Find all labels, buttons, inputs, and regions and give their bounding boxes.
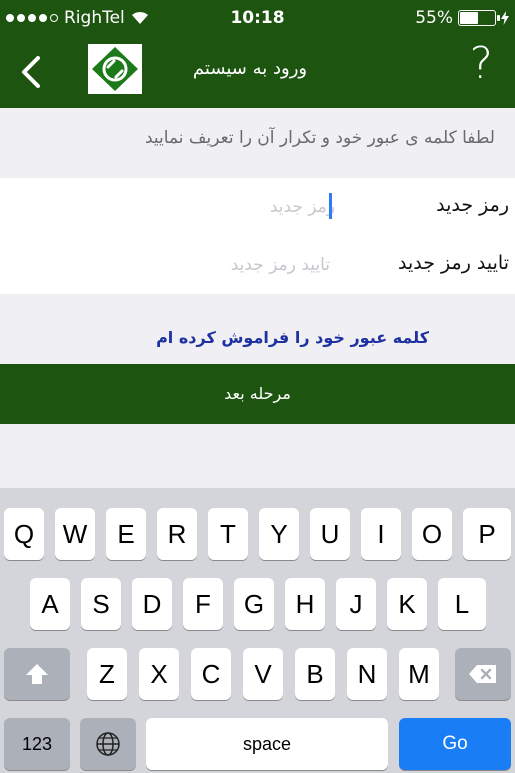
key-l[interactable]: L [438, 578, 486, 630]
key-j[interactable]: J [336, 578, 376, 630]
blank-area [0, 424, 515, 488]
key-a[interactable]: A [30, 578, 70, 630]
key-p[interactable]: P [463, 508, 511, 560]
key-d[interactable]: D [132, 578, 172, 630]
shift-arrow-icon [26, 664, 48, 684]
go-key[interactable]: Go [399, 718, 511, 770]
new-password-label: رمز جدید [436, 194, 509, 216]
text-cursor [329, 193, 332, 219]
key-r[interactable]: R [157, 508, 197, 560]
key-i[interactable]: I [361, 508, 401, 560]
key-s[interactable]: S [81, 578, 121, 630]
page-title: ورود به سیستم [192, 58, 308, 79]
key-x[interactable]: X [139, 648, 179, 700]
help-icon[interactable]: ? [470, 38, 493, 89]
nav-bar: ورود به سیستم ? [0, 36, 515, 108]
key-o[interactable]: O [412, 508, 452, 560]
next-step-button[interactable]: مرحله بعد [0, 364, 515, 424]
numbers-key[interactable]: 123 [4, 718, 70, 770]
battery-icon [458, 10, 500, 26]
key-v[interactable]: V [243, 648, 283, 700]
instruction-text: لطفا کلمه ی عبور خود و تکرار آن را تعریف… [0, 108, 515, 178]
battery-info: 55% [415, 8, 509, 28]
charging-icon [501, 11, 509, 25]
backspace-icon [469, 665, 496, 683]
key-w[interactable]: W [55, 508, 95, 560]
key-q[interactable]: Q [4, 508, 44, 560]
globe-icon [96, 732, 120, 756]
app-logo [88, 44, 142, 94]
forgot-section: کلمه عبور خود را فراموش کرده ام [0, 294, 515, 364]
confirm-password-input[interactable] [130, 250, 330, 280]
confirm-password-row: تایید رمز جدید [0, 236, 515, 294]
shift-key[interactable] [4, 648, 70, 700]
key-e[interactable]: E [106, 508, 146, 560]
key-c[interactable]: C [191, 648, 231, 700]
key-f[interactable]: F [183, 578, 223, 630]
globe-key[interactable] [80, 718, 136, 770]
key-h[interactable]: H [285, 578, 325, 630]
status-bar: RighTel 10:18 55% [0, 0, 515, 36]
confirm-password-label: تایید رمز جدید [398, 252, 509, 274]
key-y[interactable]: Y [259, 508, 299, 560]
key-b[interactable]: B [295, 648, 335, 700]
battery-percent: 55% [415, 8, 453, 28]
app-header: RighTel 10:18 55% ورود به سیستم ? [0, 0, 515, 108]
key-t[interactable]: T [208, 508, 248, 560]
key-m[interactable]: M [399, 648, 439, 700]
key-z[interactable]: Z [87, 648, 127, 700]
space-key[interactable]: space [146, 718, 388, 770]
back-chevron-icon[interactable] [12, 50, 52, 94]
key-u[interactable]: U [310, 508, 350, 560]
delete-key[interactable] [455, 648, 511, 700]
key-n[interactable]: N [347, 648, 387, 700]
key-g[interactable]: G [234, 578, 274, 630]
new-password-row: رمز جدید [0, 178, 515, 236]
keyboard: Q W E R T Y U I O P A S D F G H J K L Z … [0, 488, 515, 773]
key-k[interactable]: K [387, 578, 427, 630]
forgot-password-link[interactable]: کلمه عبور خود را فراموش کرده ام [156, 328, 429, 347]
new-password-input[interactable] [115, 192, 335, 222]
